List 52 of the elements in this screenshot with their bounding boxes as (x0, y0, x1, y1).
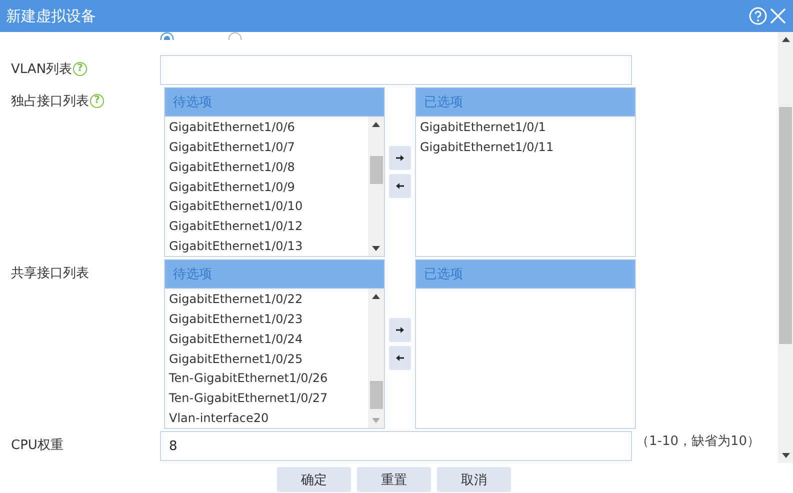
list-header: 待选项 (164, 87, 385, 117)
up-arrow-icon[interactable] (372, 294, 380, 299)
input-field[interactable] (160, 55, 632, 85)
list-item[interactable]: GigabitEthernet1/0/9 (169, 176, 368, 196)
move-left-button[interactable] (389, 174, 411, 198)
close-icon[interactable] (769, 7, 787, 25)
list-item[interactable]: GigabitEthernet1/0/10 (169, 196, 368, 216)
window-title: 新建虚拟设备 (6, 6, 97, 26)
hint-text: （1-10，缺省为10） (636, 433, 760, 450)
up-arrow-icon[interactable] (782, 37, 790, 42)
down-arrow-icon[interactable] (372, 246, 380, 251)
right-arrow-icon (395, 325, 405, 335)
dialog-button[interactable]: 取消 (437, 467, 511, 492)
list-item[interactable]: Vlan-interface20 (169, 408, 368, 428)
dialog-button[interactable]: 重置 (357, 467, 431, 492)
scrollbar[interactable] (368, 117, 384, 256)
help-icon[interactable] (749, 7, 767, 25)
list-item[interactable]: GigabitEthernet1/0/6 (169, 117, 368, 137)
field-label: VLAN列表 (11, 61, 72, 78)
right-arrow-icon (395, 153, 405, 163)
list-item[interactable]: GigabitEthernet1/0/1 (420, 117, 635, 137)
list-item[interactable]: Ten-GigabitEthernet1/0/26 (169, 368, 368, 388)
move-right-button[interactable] (389, 146, 411, 170)
up-arrow-icon[interactable] (372, 122, 380, 127)
list-item[interactable]: GigabitEthernet1/0/23 (169, 308, 368, 329)
list-item[interactable]: GigabitEthernet1/0/25 (169, 348, 368, 368)
move-left-button[interactable] (389, 346, 411, 370)
scroll-thumb[interactable] (370, 380, 382, 409)
left-arrow-icon (395, 181, 405, 191)
list-item[interactable]: GigabitEthernet1/0/11 (420, 137, 635, 157)
list-item[interactable]: GigabitEthernet1/0/7 (169, 136, 368, 157)
field-label: 共享接口列表 (11, 265, 89, 282)
input-field[interactable]: 8 (160, 431, 632, 461)
field-label: 独占接口列表 (11, 93, 89, 110)
scrollbar[interactable] (778, 32, 793, 463)
list-item[interactable]: GigabitEthernet1/0/8 (169, 156, 368, 177)
scrollbar[interactable] (368, 289, 384, 428)
scroll-thumb[interactable] (779, 107, 792, 344)
list-item[interactable]: GigabitEthernet1/0/24 (169, 328, 368, 349)
dialog-button[interactable]: 确定 (277, 467, 351, 492)
left-arrow-icon (395, 353, 405, 363)
move-right-button[interactable] (389, 318, 411, 342)
list-item[interactable]: GigabitEthernet1/0/22 (169, 289, 368, 309)
list-header: 待选项 (164, 259, 385, 289)
list-item[interactable]: GigabitEthernet1/0/12 (169, 216, 368, 236)
list-item[interactable]: GigabitEthernet1/0/13 (169, 236, 368, 256)
list-header: 已选项 (415, 87, 636, 117)
list-header: 已选项 (415, 259, 636, 289)
scroll-thumb[interactable] (370, 156, 382, 184)
field-label: CPU权重 (11, 437, 64, 454)
list-item[interactable]: Ten-GigabitEthernet1/0/27 (169, 388, 368, 408)
down-arrow-icon[interactable] (782, 453, 790, 458)
